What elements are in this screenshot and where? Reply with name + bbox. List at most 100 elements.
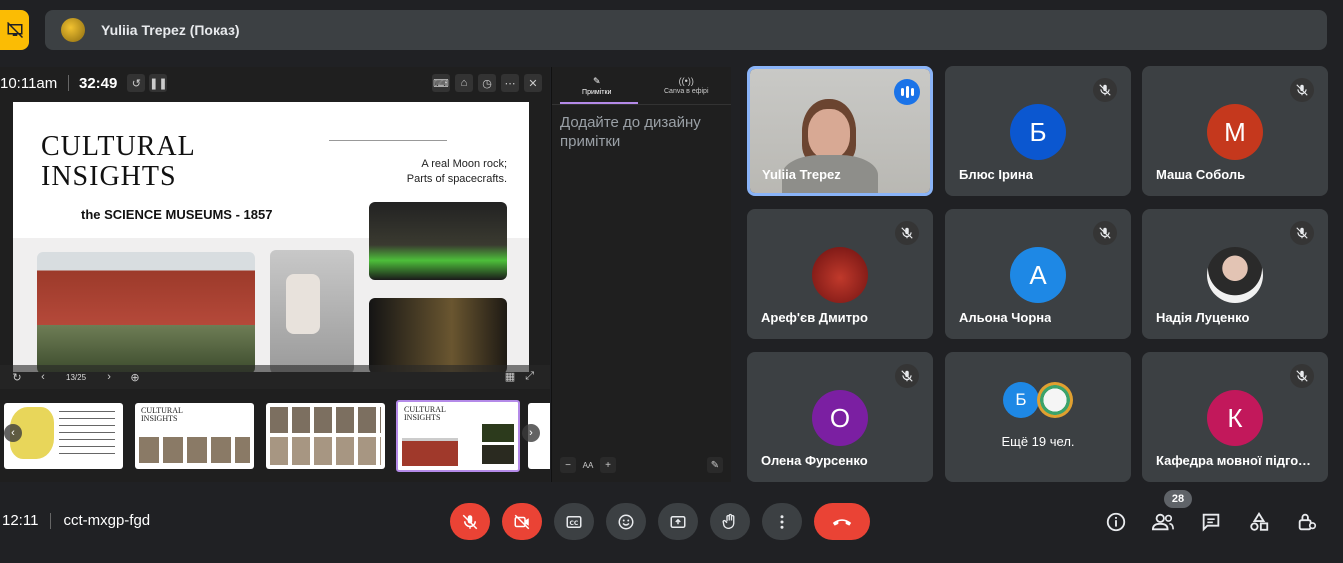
- activities-button[interactable]: [1240, 503, 1277, 540]
- participant-tile[interactable]: М Маша Соболь: [1142, 66, 1328, 196]
- microphone-toggle-button[interactable]: [450, 503, 490, 540]
- participant-avatar: А: [1010, 247, 1066, 303]
- keyboard-button[interactable]: ⌨: [432, 74, 450, 92]
- chat-button[interactable]: [1192, 503, 1229, 540]
- host-controls-button[interactable]: [1288, 503, 1325, 540]
- grid-view-button[interactable]: ▦: [505, 370, 515, 383]
- notes-tabs: ✎ Примітки ((•)) Canva в ефірі: [552, 67, 731, 105]
- more-options-button[interactable]: ⋯: [501, 74, 519, 92]
- close-presenter-button[interactable]: ✕: [524, 74, 542, 92]
- chevron-right-icon: ›: [107, 371, 111, 383]
- end-call-icon: [832, 518, 852, 526]
- engine-photo: [369, 298, 507, 372]
- mic-icon: ⌂: [460, 77, 468, 89]
- exhibit-photo: [270, 250, 354, 372]
- fullscreen-button[interactable]: ⤢: [525, 370, 534, 383]
- captions-button[interactable]: CC: [554, 503, 594, 540]
- mic-off-icon: [1290, 364, 1314, 388]
- timer-controls: ↺ ❚❚: [127, 74, 168, 92]
- broadcast-icon: ((•)): [678, 76, 694, 86]
- presenter-tools: ⌨ ⌂ ◷ ⋯ ✕: [432, 74, 542, 92]
- participant-tile[interactable]: К Кафедра мовної підготовки: [1142, 352, 1328, 482]
- mic-off-icon: [1093, 221, 1117, 245]
- participant-tile[interactable]: Надія Луценко: [1142, 209, 1328, 339]
- participant-name: Ареф'єв Дмитро: [761, 310, 868, 325]
- expand-icon: ⤢: [525, 370, 534, 382]
- presenter-toolbar: 10:11am 32:49 ↺ ❚❚ ⌨ ⌂ ◷ ⋯ ✕: [0, 67, 550, 99]
- participant-avatar: Б: [1010, 104, 1066, 160]
- zoom-icon: ⊕: [130, 371, 140, 384]
- camera-toggle-button[interactable]: [502, 503, 542, 540]
- reset-icon: ↺: [131, 77, 141, 90]
- pause-timer-button[interactable]: ❚❚: [149, 74, 168, 92]
- slide-note-line2: Parts of spacecrafts.: [406, 173, 507, 185]
- participant-tile[interactable]: Ареф'єв Дмитро: [747, 209, 933, 339]
- presenter-avatar: [61, 18, 85, 42]
- participant-tile[interactable]: О Олена Фурсенко: [747, 352, 933, 482]
- participant-tile-yuliia[interactable]: Yuliia Trepez: [747, 66, 933, 196]
- camera-off-icon: [514, 514, 530, 529]
- meeting-time: 12:11: [2, 512, 39, 529]
- current-slide[interactable]: CULTURAL INSIGHTS the SCIENCE MUSEUMS - 1…: [13, 102, 529, 372]
- participant-avatar: Б: [1003, 382, 1039, 418]
- participant-name: Надія Луценко: [1156, 310, 1250, 325]
- thumbnail-title: CULTURAL INSIGHTS: [141, 406, 183, 423]
- edit-notes-button[interactable]: ✎: [707, 457, 723, 473]
- people-button[interactable]: [1144, 503, 1181, 540]
- meeting-code: cct-mxgp-fgd: [63, 512, 151, 529]
- thumbnail-slide[interactable]: [4, 403, 123, 469]
- thumbnail-slide-selected[interactable]: CULTURAL INSIGHTS: [396, 400, 520, 472]
- chat-icon: [1202, 513, 1219, 532]
- previous-slide-button[interactable]: ‹: [34, 368, 52, 386]
- people-icon: [1151, 513, 1174, 530]
- slide-controls: ↻ ‹ 13/25 › ⊕ ▦ ⤢: [0, 365, 550, 389]
- ellipsis-icon: ⋯: [504, 77, 516, 90]
- timer-button[interactable]: ◷: [478, 74, 496, 92]
- notes-zoom-controls: − AA +: [560, 457, 616, 473]
- tab-notes[interactable]: ✎ Примітки: [552, 67, 642, 104]
- mic-off-icon: [1093, 78, 1117, 102]
- participant-name: Yuliia Trepez: [762, 167, 841, 182]
- present-screen-button[interactable]: [658, 503, 698, 540]
- divider: [68, 75, 69, 91]
- reactions-button[interactable]: [606, 503, 646, 540]
- thumbnail-photo: [402, 438, 458, 466]
- zoom-out-button[interactable]: −: [560, 457, 576, 473]
- meeting-details-button[interactable]: [1097, 503, 1134, 540]
- notes-icon: ✎: [592, 75, 601, 86]
- mic-off-icon: [895, 364, 919, 388]
- slide-divider: [329, 140, 447, 141]
- participant-tile[interactable]: А Альона Чорна: [945, 209, 1131, 339]
- thumbnail-slide[interactable]: [266, 403, 385, 469]
- zoom-button[interactable]: ⊕: [126, 368, 144, 386]
- others-tile[interactable]: Б Ещё 19 чел.: [945, 352, 1131, 482]
- participant-avatar: О: [812, 390, 868, 446]
- participant-tile[interactable]: Б Блюс Ірина: [945, 66, 1131, 196]
- notes-textarea[interactable]: Додайте до дизайну примітки: [560, 113, 725, 151]
- slide-subtitle: the SCIENCE MUSEUMS - 1857: [81, 207, 273, 222]
- slide-title-line1: CULTURAL: [41, 131, 196, 162]
- participant-avatar-photo: [1037, 382, 1073, 418]
- next-slide-button[interactable]: ›: [100, 368, 118, 386]
- reset-timer-button[interactable]: ↺: [127, 74, 146, 92]
- stop-presenting-button[interactable]: [0, 10, 29, 50]
- more-vert-icon: [780, 514, 784, 529]
- zoom-in-button[interactable]: +: [600, 457, 616, 473]
- raise-hand-button[interactable]: [710, 503, 750, 540]
- thumbnails-prev-button[interactable]: ‹: [4, 424, 22, 442]
- divider: [50, 512, 52, 529]
- mic-off-icon: [1290, 221, 1314, 245]
- presentation-timer: 32:49: [79, 74, 118, 92]
- tab-notes-label: Примітки: [582, 88, 612, 96]
- presenter-bar: Yuliia Trepez (Показ): [45, 10, 1327, 50]
- more-options-button[interactable]: [762, 503, 802, 540]
- leave-call-button[interactable]: [814, 503, 870, 540]
- microphone-button[interactable]: ⌂: [455, 74, 473, 92]
- pause-icon: ❚❚: [149, 77, 168, 90]
- thumbnails-next-button[interactable]: ›: [522, 424, 540, 442]
- speaking-indicator-icon: [894, 79, 920, 105]
- timer-icon: ◷: [482, 77, 492, 90]
- tab-canva-live[interactable]: ((•)) Canva в ефірі: [642, 67, 732, 104]
- thumbnail-slide[interactable]: CULTURAL INSIGHTS: [135, 403, 254, 469]
- rotate-button[interactable]: ↻: [8, 368, 26, 386]
